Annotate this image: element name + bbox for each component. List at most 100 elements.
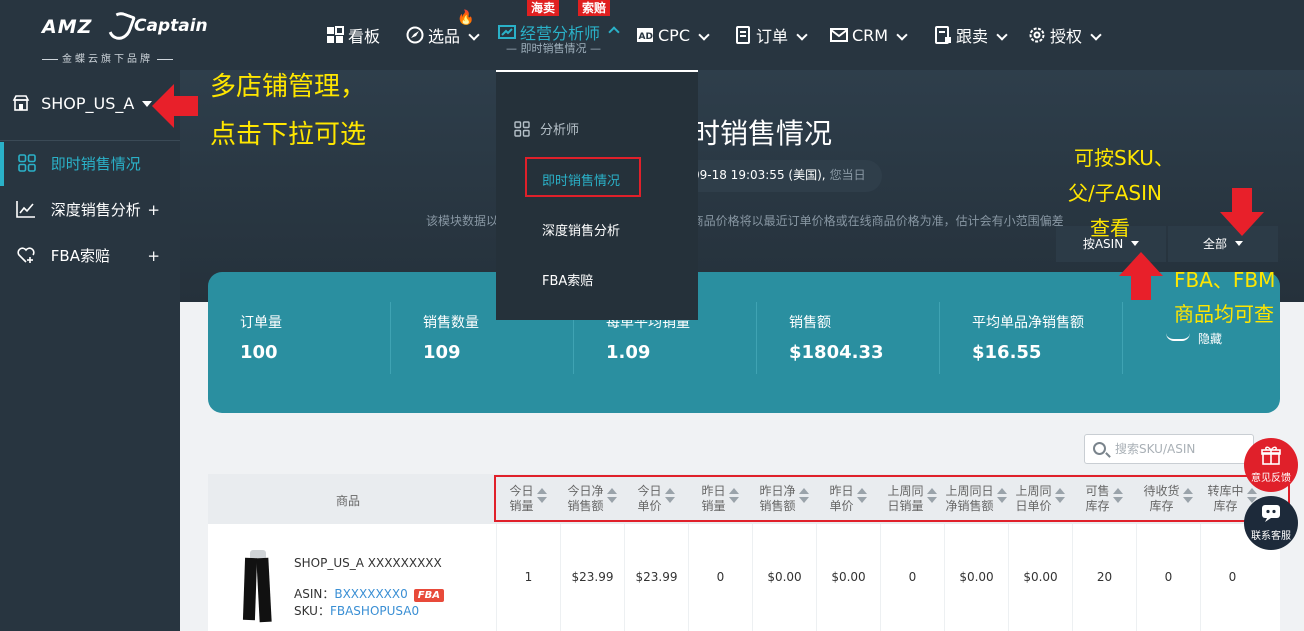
shop-selector[interactable]: SHOP_US_A — [12, 94, 153, 113]
feedback-label: 意见反馈 — [1251, 473, 1291, 484]
sku-link[interactable]: FBASHOPUSA0 — [330, 604, 419, 618]
expand-icon: + — [147, 247, 160, 265]
table-cell: 0 — [1136, 524, 1200, 631]
column-header-product: 商品 — [336, 494, 361, 508]
annotation-view: 查看 — [1090, 216, 1130, 240]
search-icon — [1093, 442, 1106, 455]
dropdown-header: 分析师 — [514, 119, 579, 138]
nav-dashboard[interactable]: 看板 — [326, 0, 380, 70]
nav-crm[interactable]: CRM — [830, 0, 908, 70]
eye-closed-icon — [1166, 333, 1190, 341]
chevron-down-icon — [698, 29, 710, 41]
stat-label: 平均单品净销售额 — [972, 315, 1084, 331]
heart-plus-icon — [17, 247, 35, 263]
table-row[interactable]: SHOP_US_A XXXXXXXXX ASIN：BXXXXXXX0 FBA SK… — [208, 524, 1280, 631]
highlight-box — [494, 475, 1290, 522]
sidebar-item-label: FBA索赔 — [50, 247, 110, 265]
nav-orders-label: 订单 — [756, 27, 789, 46]
hide-toggle[interactable]: 隐藏 — [1166, 330, 1222, 347]
logo-tagline: 金蝶云旗下品牌 — [38, 50, 177, 65]
dropdown-item-fba-claims[interactable]: FBA索赔 — [542, 270, 593, 289]
red-arrow-up-icon — [1119, 252, 1163, 300]
product-image[interactable] — [238, 550, 278, 624]
annotation-dropdown-select: 点击下拉可选 — [210, 120, 367, 150]
hide-label: 隐藏 — [1198, 332, 1223, 346]
search-placeholder: 搜索SKU/ASIN — [1115, 442, 1196, 456]
annotation-asin: 父/子ASIN — [1068, 181, 1162, 205]
table-cell: $0.00 — [752, 524, 816, 631]
fulfillment-label: 全部 — [1202, 237, 1227, 251]
update-time-value: 09-18 19:03:55 (美国), — [692, 168, 826, 182]
expand-icon: + — [147, 201, 160, 219]
compass-icon — [406, 26, 424, 44]
data-note-right: 商品价格将以最近订单价格或在线商品价格为准，估计会有小范围偏差 — [691, 214, 1064, 228]
stat-label: 订单量 — [240, 315, 282, 331]
logo-text-right: Captain — [134, 16, 208, 36]
page-title: 时销售情况 — [692, 117, 833, 150]
asin-label: ASIN： — [294, 587, 335, 601]
table-cell: 1 — [496, 524, 560, 631]
nav-product-selection[interactable]: 选品 — [406, 0, 480, 70]
nav-follow-sell[interactable]: 跟卖 — [934, 0, 1008, 70]
shop-name: SHOP_US_A — [41, 94, 135, 113]
table-cell: 0 — [688, 524, 752, 631]
grid-icon — [18, 154, 36, 172]
red-arrow-left-icon — [152, 84, 198, 128]
customer-service-button[interactable]: 联系客服 — [1244, 496, 1298, 550]
bird-icon — [103, 8, 137, 44]
svg-text:AD: AD — [639, 32, 653, 42]
stat-label: 销售额 — [789, 315, 831, 331]
store-icon — [12, 95, 30, 111]
chevron-down-icon — [1090, 29, 1102, 41]
chevron-down-icon — [996, 29, 1008, 41]
update-time-suffix: 您当日 — [829, 168, 866, 182]
stat-sales: 销售额 $1804.33 — [757, 302, 940, 374]
data-note-left: 该模块数据以 — [426, 214, 499, 228]
feedback-button[interactable]: 意见反馈 — [1244, 438, 1298, 492]
sidebar-item-label: 即时销售情况 — [50, 155, 141, 173]
stat-value: 1.09 — [606, 342, 651, 363]
table-cell: $23.99 — [624, 524, 688, 631]
fba-badge: FBA — [413, 589, 444, 602]
nav-product-selection-label: 选品 — [428, 27, 461, 46]
table-cell: $0.00 — [1008, 524, 1072, 631]
asin-link[interactable]: BXXXXXXX0 — [334, 587, 407, 601]
orders-icon — [736, 26, 750, 44]
top-navbar: AMZ Captain 金蝶云旗下品牌 看板 🔥 选品 海卖 索赔 经营分析师 … — [0, 0, 1304, 70]
sidebar-item-deep-analysis[interactable]: 深度销售分析 + — [0, 188, 180, 232]
chat-bot-icon — [1262, 505, 1280, 522]
dashboard-icon — [327, 26, 344, 43]
nav-orders[interactable]: 订单 — [734, 0, 808, 70]
dropdown-header-label: 分析师 — [540, 123, 580, 138]
search-input[interactable]: 搜索SKU/ASIN — [1084, 434, 1254, 464]
caret-down-icon — [1235, 241, 1243, 246]
follow-sell-icon — [935, 26, 951, 44]
annotation-sku: 可按SKU、 — [1074, 146, 1174, 170]
chart-icon — [16, 201, 35, 218]
divider — [0, 140, 180, 141]
sidebar-item-fba-claims[interactable]: FBA索赔 + — [0, 234, 180, 278]
chevron-down-icon — [468, 29, 480, 41]
brand-logo[interactable]: AMZ Captain 金蝶云旗下品牌 — [38, 8, 208, 68]
sku-label: SKU： — [294, 604, 330, 618]
table-cell: $23.99 — [560, 524, 624, 631]
nav-cpc-label: CPC — [658, 25, 690, 45]
table-cell: 0 — [880, 524, 944, 631]
caret-down-icon — [1131, 241, 1140, 246]
analytics-icon — [498, 25, 516, 39]
chevron-up-icon — [608, 26, 620, 38]
table-cell: $0.00 — [944, 524, 1008, 631]
dropdown-item-deep-analysis[interactable]: 深度销售分析 — [542, 220, 620, 239]
annotation-multi-shop: 多店铺管理， — [210, 72, 367, 102]
update-time: 09-18 19:03:55 (美国), 您当日 — [672, 160, 882, 192]
product-asin: ASIN：BXXXXXXX0 FBA — [294, 585, 444, 602]
nav-authorization[interactable]: 授权 — [1028, 0, 1102, 70]
product-name: SHOP_US_A XXXXXXXXX — [294, 556, 442, 570]
nav-dashboard-label: 看板 — [348, 27, 381, 46]
sidebar: SHOP_US_A 即时销售情况 深度销售分析 + FBA索赔 + — [0, 70, 180, 631]
sidebar-item-realtime-sales[interactable]: 即时销售情况 — [0, 142, 180, 186]
sidebar-item-label: 深度销售分析 — [50, 201, 141, 219]
gift-icon — [1261, 446, 1281, 465]
nav-cpc[interactable]: AD CPC — [636, 0, 710, 70]
nav-authorization-label: 授权 — [1050, 27, 1083, 46]
